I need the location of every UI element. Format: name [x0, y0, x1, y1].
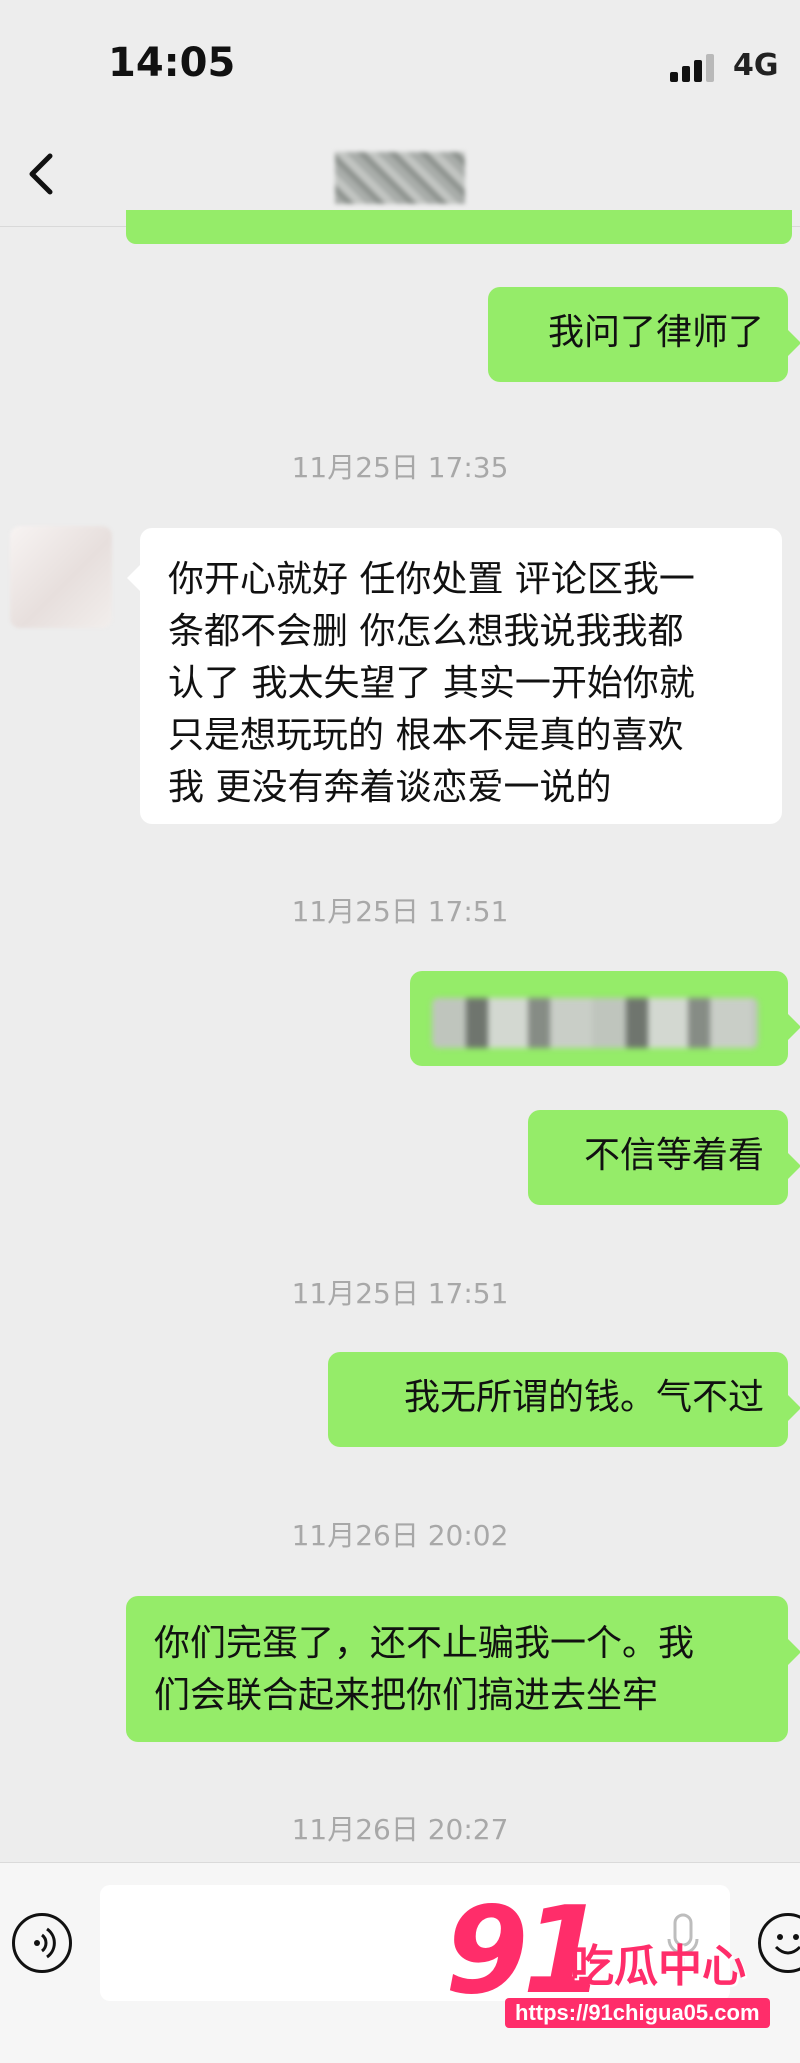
status-bar: 14:05 4G [0, 0, 800, 130]
timestamp: 11月26日 20:02 [291, 1519, 509, 1552]
message-line: 你开心就好 任你处置 评论区我一 [168, 559, 695, 600]
message-line: 条都不会删 你怎么想我说我我都 [168, 611, 684, 652]
message-line: 认了 我太失望了 其实一开始你就 [168, 663, 695, 704]
status-time: 14:05 [108, 40, 236, 86]
signal-icon [670, 52, 722, 82]
timestamp: 11月25日 17:51 [291, 895, 509, 928]
timestamp: 11月25日 17:51 [291, 1277, 509, 1310]
watermark-name: 吃瓜中心 [570, 1941, 746, 1992]
back-button[interactable] [18, 144, 68, 204]
voice-button[interactable] [12, 1913, 72, 1973]
contact-avatar[interactable] [10, 526, 112, 628]
message-line: 只是想玩玩的 根本不是真的喜欢 [168, 715, 684, 756]
partial-message-bubble [126, 210, 792, 244]
voice-icon [34, 1927, 56, 1959]
message-text: 我无所谓的钱。气不过 [403, 1377, 764, 1418]
message-text: 我问了律师了 [547, 312, 764, 353]
message-bubble-outgoing[interactable]: 不信等着看 [528, 1110, 800, 1205]
network-type: 4G [733, 48, 779, 83]
message-bubble-incoming[interactable]: 你开心就好 任你处置 评论区我一 条都不会删 你怎么想我说我我都 认了 我太失望… [127, 528, 782, 824]
timestamp: 11月26日 20:27 [291, 1813, 509, 1846]
message-bubble-outgoing[interactable]: 你们完蛋了，还不止骗我一个。我 们会联合起来把你们搞进去坐牢 [126, 1596, 800, 1742]
message-text: 不信等着看 [583, 1135, 764, 1176]
chevron-left-icon [29, 153, 53, 195]
message-line: 你们完蛋了，还不止骗我一个。我 [154, 1623, 695, 1664]
message-bubble-outgoing[interactable]: 我问了律师了 [488, 287, 800, 382]
timestamp: 11月25日 17:35 [291, 451, 509, 484]
message-line: 我 更没有奔着谈恋爱一说的 [168, 767, 612, 808]
watermark-url: https://91chigua05.com [505, 1998, 770, 2028]
message-bubble-outgoing[interactable]: 我无所谓的钱。气不过 [328, 1352, 800, 1447]
chat-title-blurred [335, 152, 465, 204]
message-line: 们会联合起来把你们搞进去坐牢 [154, 1675, 659, 1716]
blurred-message-content [432, 998, 758, 1048]
watermark-logo: 91 吃瓜中心 https://91chigua05.com [445, 1882, 775, 2050]
